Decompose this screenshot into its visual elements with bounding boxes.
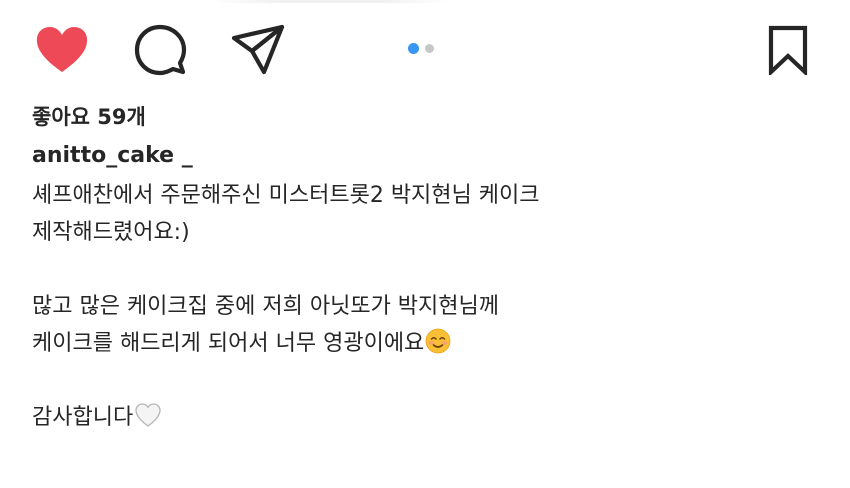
caption-line-blank — [32, 362, 812, 399]
like-button[interactable] — [32, 20, 92, 80]
carousel-dot — [425, 43, 434, 53]
post-caption: 셰프애찬에서 주문해주신 미스터트롯2 박지현님 케이크 제작해드렸어요:) 많… — [32, 177, 812, 436]
caption-line-text: 케이크를 해드리게 되어서 너무 영광이에요 — [32, 331, 425, 356]
comment-bubble-icon — [134, 24, 187, 76]
heart-filled-icon — [36, 27, 88, 72]
paper-plane-icon — [231, 24, 285, 75]
carousel-indicator — [408, 41, 434, 55]
caption-line: 많고 많은 케이크집 중에 저희 아닛또가 박지현님께 — [32, 294, 500, 319]
caption-line-text: 감사합니다 — [32, 405, 134, 430]
caption-line-with-emoji: 케이크를 해드리게 되어서 너무 영광이에요 — [32, 325, 812, 362]
post-action-bar — [0, 20, 850, 80]
caption-line: 셰프애찬에서 주문해주신 미스터트롯2 박지현님 케이크 — [32, 183, 540, 208]
caption-line-with-emoji: 감사합니다 — [32, 399, 812, 436]
carousel-dot-active — [408, 42, 419, 54]
save-bookmark-button[interactable] — [758, 20, 818, 80]
post-view: 좋아요 59개 anitto_cake _ 셰프애찬에서 주문해주신 미스터트롯… — [0, 0, 850, 488]
post-username[interactable]: anitto_cake _ — [32, 143, 193, 168]
comment-button[interactable] — [130, 20, 190, 80]
white-heart-emoji — [135, 403, 161, 427]
bookmark-icon — [768, 25, 808, 75]
caption-line-blank — [32, 251, 812, 288]
caption-line: 제작해드렸어요:) — [32, 220, 190, 245]
share-button[interactable] — [228, 20, 288, 80]
likes-count[interactable]: 좋아요 59개 — [32, 101, 146, 131]
media-edge — [210, 0, 450, 3]
smiling-face-emoji — [425, 328, 451, 354]
